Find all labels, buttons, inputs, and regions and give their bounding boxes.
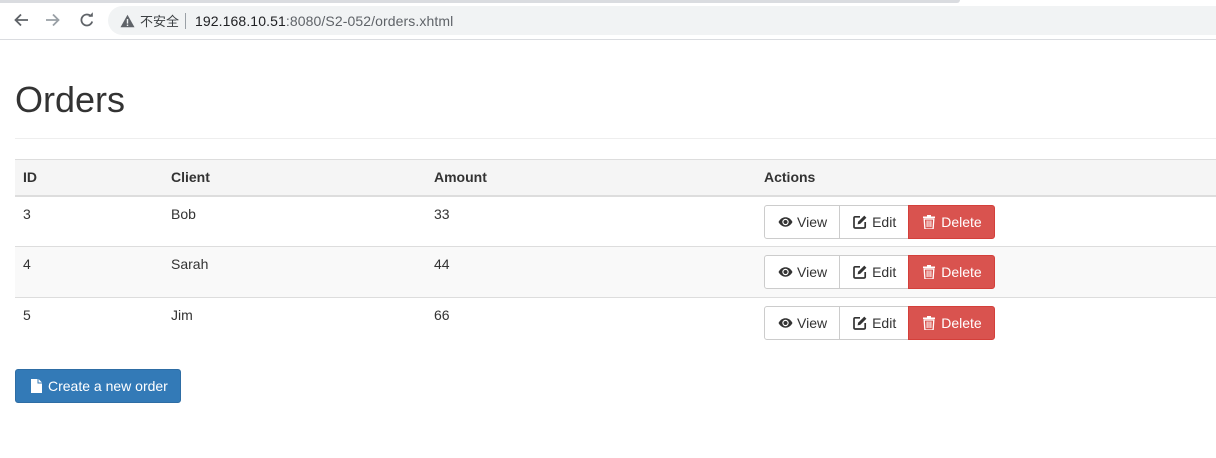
cell-actions: View Edit Delete — [756, 195, 1216, 247]
edit-icon — [852, 265, 868, 279]
table-row: 3 Bob 33 View Edit Delete — [15, 195, 1216, 247]
address-separator — [185, 12, 187, 29]
edit-icon — [852, 316, 868, 330]
delete-button[interactable]: Delete — [908, 306, 995, 340]
table-header-row: ID Client Amount Actions — [15, 159, 1216, 197]
column-header-actions: Actions — [756, 159, 1216, 197]
cell-amount: 66 — [426, 297, 756, 349]
row-action-buttons: View Edit Delete — [764, 306, 1208, 340]
title-divider — [15, 138, 1216, 139]
column-header-client: Client — [163, 159, 426, 197]
delete-button[interactable]: Delete — [908, 204, 995, 239]
column-header-amount: Amount — [426, 159, 756, 197]
back-button[interactable] — [10, 9, 32, 31]
forward-button[interactable] — [42, 9, 64, 31]
url-host: 192.168.10.51 — [195, 12, 286, 29]
page-title: Orders — [15, 79, 126, 120]
row-action-buttons: View Edit Delete — [764, 204, 1208, 239]
create-order-button[interactable]: Create a new order — [15, 369, 181, 403]
edit-label: Edit — [872, 264, 897, 280]
edit-button[interactable]: Edit — [839, 204, 910, 239]
eye-icon — [777, 265, 793, 279]
cell-client: Bob — [163, 195, 426, 247]
trash-icon — [921, 316, 937, 330]
cell-amount: 33 — [426, 195, 756, 247]
delete-label: Delete — [941, 213, 982, 230]
url-text[interactable]: 192.168.10.51:8080/S2-052/orders.xhtml — [195, 13, 453, 29]
edit-icon — [852, 215, 868, 229]
file-icon — [28, 379, 44, 393]
edit-button[interactable]: Edit — [839, 306, 910, 340]
orders-table: ID Client Amount Actions 3 Bob 33 View E… — [15, 159, 1216, 349]
view-label: View — [797, 315, 828, 331]
create-order-label: Create a new order — [48, 378, 168, 394]
tab-strip-edge — [0, 0, 960, 3]
table-row: 5 Jim 66 View Edit Delete — [15, 297, 1216, 349]
delete-label: Delete — [941, 264, 982, 280]
row-action-buttons: View Edit Delete — [764, 255, 1208, 289]
view-button[interactable]: View — [764, 204, 841, 239]
arrow-left-icon — [14, 13, 28, 27]
eye-icon — [777, 215, 793, 229]
trash-icon — [921, 265, 937, 279]
cell-client: Sarah — [163, 246, 426, 298]
edit-label: Edit — [872, 213, 897, 230]
reload-button[interactable] — [76, 9, 98, 31]
reload-icon — [80, 12, 94, 27]
cell-id: 5 — [15, 297, 163, 349]
cell-amount: 44 — [426, 246, 756, 298]
cell-client: Jim — [163, 297, 426, 349]
view-label: View — [797, 213, 828, 230]
warning-triangle-icon[interactable] — [119, 13, 135, 29]
url-path: :8080/S2-052/orders.xhtml — [285, 12, 454, 29]
eye-icon — [777, 316, 793, 330]
view-button[interactable]: View — [764, 306, 841, 340]
trash-icon — [921, 214, 937, 229]
cell-actions: View Edit Delete — [756, 297, 1216, 349]
address-bar[interactable]: 不安全 192.168.10.51:8080/S2-052/orders.xht… — [108, 6, 1216, 35]
delete-label: Delete — [941, 315, 982, 331]
view-label: View — [797, 264, 828, 280]
browser-toolbar: 不安全 192.168.10.51:8080/S2-052/orders.xht… — [0, 0, 1216, 40]
edit-button[interactable]: Edit — [839, 255, 910, 289]
cell-id: 4 — [15, 246, 163, 298]
cell-id: 3 — [15, 195, 163, 247]
security-status-label[interactable]: 不安全 — [140, 11, 179, 30]
view-button[interactable]: View — [764, 255, 841, 289]
arrow-right-icon — [46, 13, 60, 27]
delete-button[interactable]: Delete — [908, 255, 995, 289]
cell-actions: View Edit Delete — [756, 246, 1216, 298]
column-header-id: ID — [15, 159, 163, 197]
edit-label: Edit — [872, 315, 897, 331]
table-row: 4 Sarah 44 View Edit Delete — [15, 246, 1216, 298]
